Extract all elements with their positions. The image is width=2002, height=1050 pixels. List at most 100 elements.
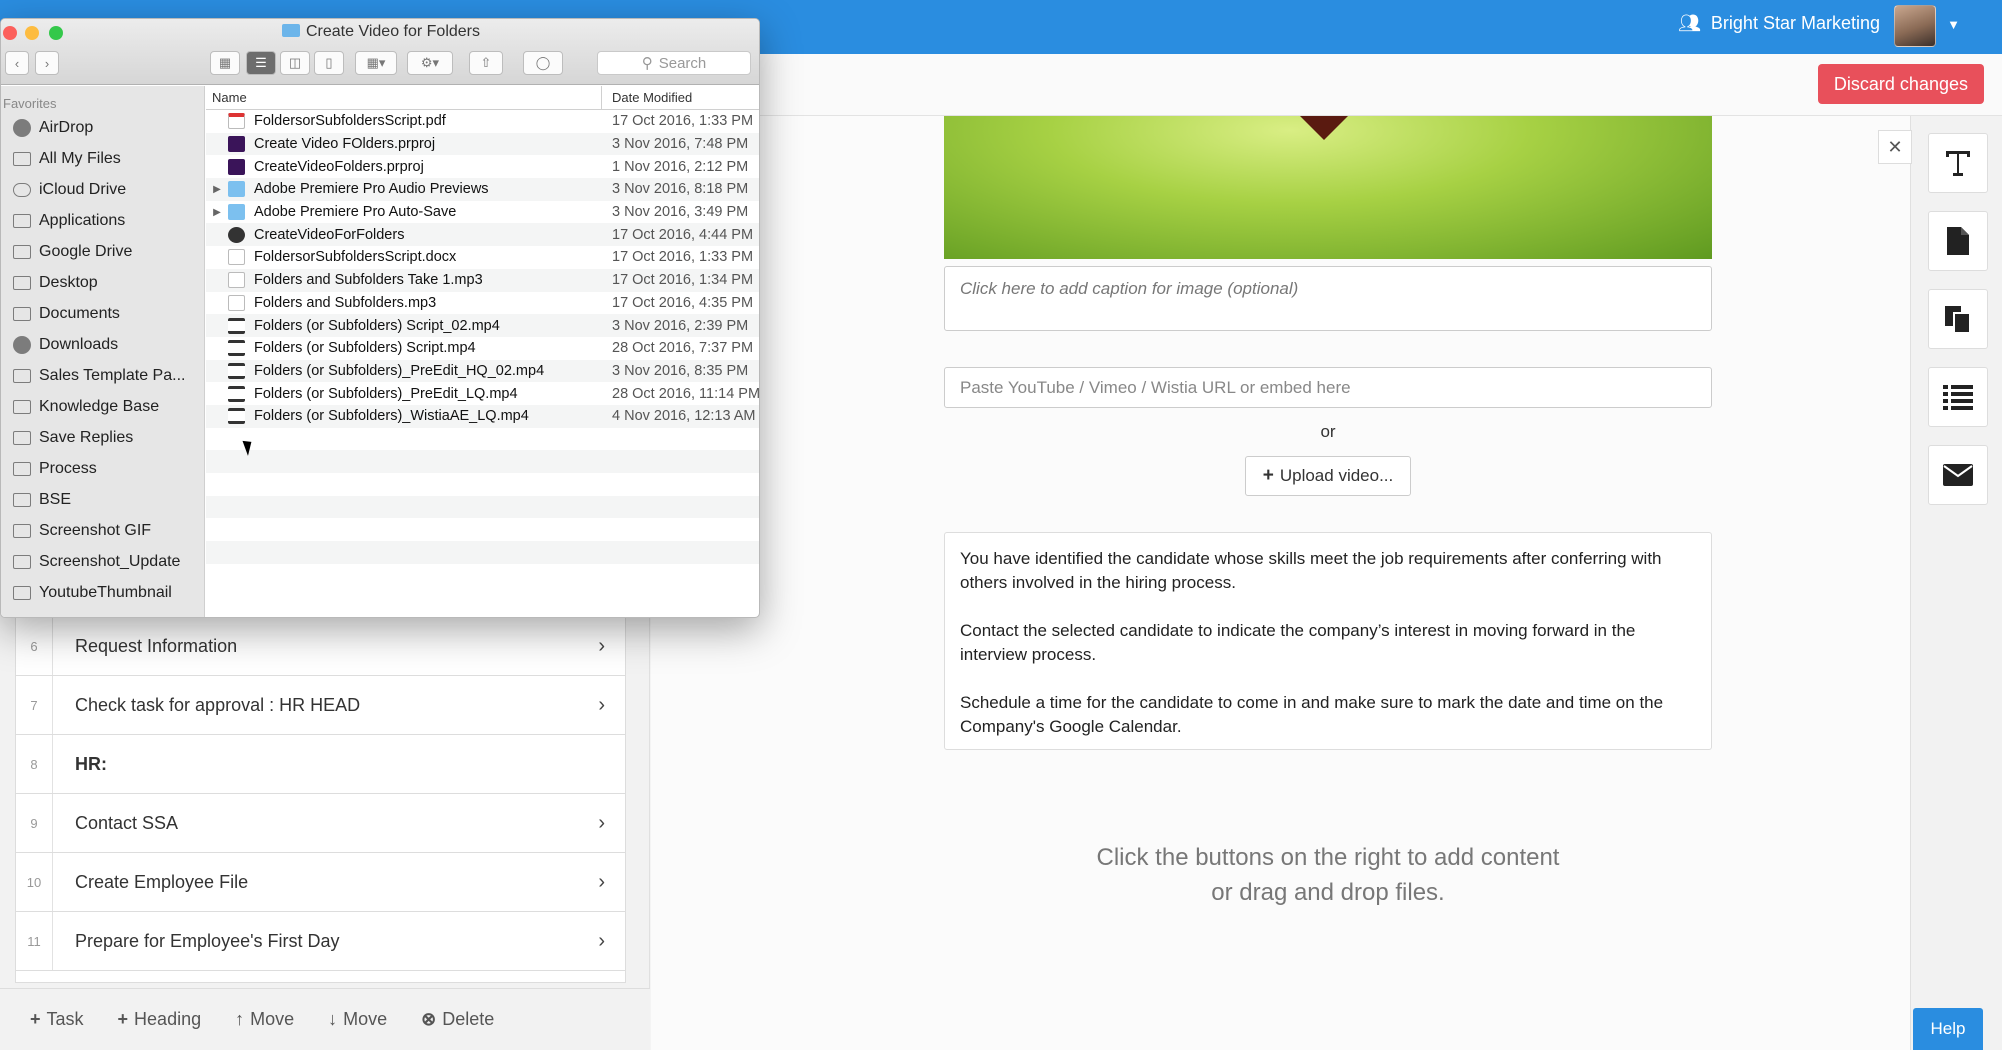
- sidebar-item-youtube-thumbnail[interactable]: YoutubeThumbnail: [1, 577, 204, 608]
- file-date: 28 Oct 2016, 11:14 PM: [612, 385, 760, 402]
- finder-window[interactable]: Create Video for Folders ‹ › ▦ ☰ ◫ ▯ ▦▾ …: [0, 18, 760, 618]
- file-row[interactable]: Create Video FOlders.prproj 3 Nov 2016, 7…: [206, 132, 759, 156]
- text-content-block[interactable]: You have identified the candidate whose …: [944, 532, 1712, 750]
- file-row[interactable]: FoldersorSubfoldersScript.pdf 17 Oct 2016…: [206, 110, 759, 133]
- airdrop-icon: [13, 118, 31, 137]
- file-row[interactable]: ▶ Adobe Premiere Pro Audio Previews 3 Nov …: [206, 178, 759, 201]
- upload-video-button[interactable]: + Upload video...: [1245, 456, 1411, 496]
- document-file-icon: [228, 249, 245, 266]
- file-row[interactable]: ▶ Adobe Premiere Pro Auto-Save 3 Nov 2016,…: [206, 201, 759, 224]
- sidebar-item-applications[interactable]: Applications: [1, 205, 204, 236]
- finder-search-field[interactable]: ⚲ Search: [597, 51, 751, 75]
- file-row[interactable]: Folders (or Subfolders)_WistiaAE_LQ.mp4 4…: [206, 404, 759, 428]
- caret-down-icon[interactable]: ▼: [1947, 17, 1960, 32]
- action-button[interactable]: ⚙▾: [407, 51, 453, 75]
- arrange-button[interactable]: ▦▾: [355, 51, 397, 75]
- video-url-input[interactable]: Paste YouTube / Vimeo / Wistia URL or em…: [944, 367, 1712, 408]
- move-up-button[interactable]: ↑ Move: [235, 1009, 294, 1030]
- add-text-button[interactable]: [1928, 133, 1988, 193]
- add-task-button[interactable]: + Task: [30, 1009, 84, 1030]
- favorites-heading: Favorites: [3, 96, 57, 111]
- task-row[interactable]: 6 Request Information ›: [16, 617, 625, 676]
- sidebar-item-sales-template[interactable]: Sales Template Pa...: [1, 360, 204, 391]
- move-down-button[interactable]: ↓ Move: [328, 1009, 387, 1030]
- finder-sidebar: Favorites AirDrop All My Files iCloud Dr…: [1, 86, 205, 617]
- image-caption-field[interactable]: Click here to add caption for image (opt…: [944, 266, 1712, 331]
- finder-titlebar[interactable]: Create Video for Folders ‹ › ▦ ☰ ◫ ▯ ▦▾ …: [1, 19, 759, 85]
- sidebar-item-save-replies[interactable]: Save Replies: [1, 422, 204, 453]
- heading-row[interactable]: 8 HR:: [16, 735, 625, 794]
- chevron-left-icon: ‹: [14, 55, 20, 71]
- organization-switcher[interactable]: 👥︎ Bright Star Marketing: [1678, 13, 1880, 34]
- task-row[interactable]: 7 Check task for approval : HR HEAD ›: [16, 676, 625, 735]
- organization-name: Bright Star Marketing: [1710, 13, 1880, 33]
- close-icon[interactable]: ✕: [1878, 130, 1912, 164]
- move-down-label: Move: [343, 1009, 388, 1029]
- column-view-button[interactable]: ◫: [280, 51, 310, 75]
- discard-changes-button[interactable]: Discard changes: [1817, 64, 1984, 104]
- sidebar-item-desktop[interactable]: Desktop: [1, 267, 204, 298]
- file-row[interactable]: CreateVideoFolders.prproj 1 Nov 2016, 2:1…: [206, 155, 759, 178]
- file-row[interactable]: Folders (or Subfolders) Script.mp4 28 Oct…: [206, 337, 759, 360]
- task-row[interactable]: 11 Prepare for Employee's First Day ›: [16, 912, 625, 971]
- content-image[interactable]: [944, 116, 1712, 259]
- column-header-name[interactable]: Name: [206, 86, 602, 109]
- disclosure-triangle-icon[interactable]: ▶: [206, 184, 228, 195]
- task-row: [16, 971, 625, 983]
- file-name: Folders and Subfolders Take 1.mp3: [254, 272, 483, 289]
- sidebar-item-google-drive[interactable]: Google Drive: [1, 236, 204, 267]
- delete-button[interactable]: ⊗ Delete: [421, 1009, 494, 1030]
- sidebar-item-label: Knowledge Base: [39, 397, 160, 415]
- file-row[interactable]: Folders (or Subfolders) Script_02.mp4 3 N…: [206, 314, 759, 337]
- sidebar-item-label: YoutubeThumbnail: [39, 583, 172, 601]
- sidebar-item-screenshot-gif[interactable]: Screenshot GIF: [1, 515, 204, 546]
- file-row[interactable]: Folders (or Subfolders)_PreEdit_LQ.mp4 28…: [206, 382, 760, 405]
- back-button[interactable]: ‹: [5, 51, 29, 75]
- file-name: Folders and Subfolders.mp3: [254, 294, 437, 311]
- avatar[interactable]: [1894, 5, 1936, 47]
- file-date: 17 Oct 2016, 1:34 PM: [612, 272, 754, 289]
- add-heading-button[interactable]: + Heading: [118, 1009, 202, 1030]
- files-icon: [13, 151, 31, 166]
- file-row[interactable]: CreateVideoForFolders 17 Oct 2016, 4:44 P…: [206, 223, 759, 247]
- file-row[interactable]: Folders and Subfolders Take 1.mp3 17 Oct …: [206, 268, 759, 292]
- tags-button[interactable]: ◯: [523, 51, 563, 75]
- share-button[interactable]: ⇧: [469, 51, 503, 75]
- file-row[interactable]: Folders (or Subfolders)_PreEdit_HQ_02.mp…: [206, 359, 759, 383]
- forward-button[interactable]: ›: [35, 51, 59, 75]
- sidebar-item-all-my-files[interactable]: All My Files: [1, 143, 204, 174]
- downloads-icon: [13, 335, 31, 354]
- add-email-button[interactable]: [1928, 445, 1988, 505]
- help-button[interactable]: Help: [1913, 1008, 1983, 1050]
- file-list-header: Name Date Modified: [206, 86, 759, 110]
- sidebar-item-knowledge-base[interactable]: Knowledge Base: [1, 391, 204, 422]
- sidebar-item-process[interactable]: Process: [1, 453, 204, 484]
- add-list-button[interactable]: [1928, 367, 1988, 427]
- video-file-icon: [228, 385, 245, 402]
- chevron-right-icon: ›: [598, 870, 605, 893]
- file-row[interactable]: Folders and Subfolders.mp3 17 Oct 2016, 4…: [206, 292, 759, 315]
- disclosure-triangle-icon[interactable]: ▶: [206, 207, 228, 218]
- file-name: CreateVideoForFolders: [254, 226, 405, 243]
- task-row[interactable]: 10 Create Employee File ›: [16, 853, 625, 912]
- cover-flow-button[interactable]: ▯: [314, 51, 344, 75]
- file-name: Folders (or Subfolders)_WistiaAE_LQ.mp4: [254, 408, 529, 425]
- sidebar-item-airdrop[interactable]: AirDrop: [1, 112, 204, 143]
- add-file-button[interactable]: [1928, 211, 1988, 271]
- folder-icon: [13, 585, 31, 600]
- delete-label: Delete: [442, 1009, 495, 1029]
- sidebar-item-label: Google Drive: [39, 242, 133, 260]
- sidebar-item-downloads[interactable]: Downloads: [1, 329, 204, 360]
- file-row[interactable]: FoldersorSubfoldersScript.docx 17 Oct 201…: [206, 246, 759, 269]
- add-copy-button[interactable]: [1928, 289, 1988, 349]
- column-header-date[interactable]: Date Modified: [602, 86, 692, 109]
- arrow-up-icon: ↑: [235, 1009, 245, 1029]
- sidebar-item-documents[interactable]: Documents: [1, 298, 204, 329]
- task-row[interactable]: 9 Contact SSA ›: [16, 794, 625, 853]
- sidebar-item-screenshot-update[interactable]: Screenshot_Update: [1, 546, 204, 577]
- list-view-button[interactable]: ☰: [246, 51, 276, 75]
- sidebar-item-bse[interactable]: BSE: [1, 484, 204, 515]
- icon-view-button[interactable]: ▦: [210, 51, 240, 75]
- copy-icon: [1945, 306, 1971, 334]
- sidebar-item-icloud-drive[interactable]: iCloud Drive: [1, 174, 204, 205]
